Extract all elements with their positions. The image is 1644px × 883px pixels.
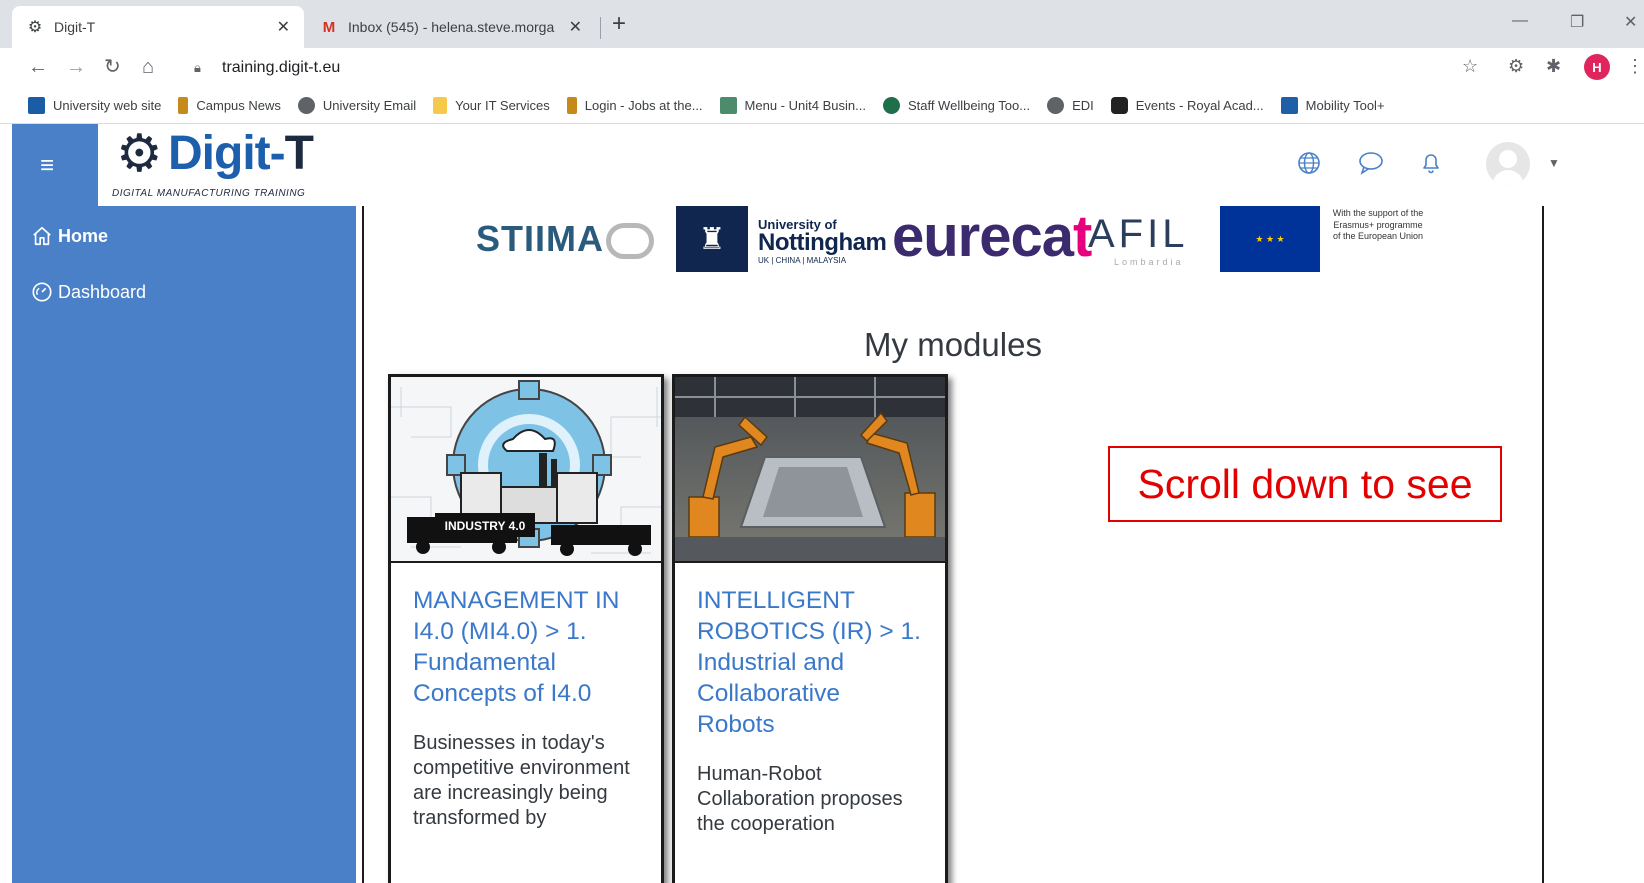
url-text: training.digit-t.eu	[222, 59, 341, 76]
tab-divider	[600, 17, 601, 39]
home-icon	[30, 224, 54, 248]
extensions-puzzle-icon[interactable]: ✱	[1546, 56, 1561, 77]
chevron-down-icon[interactable]: ▼	[1548, 156, 1560, 170]
user-avatar-icon[interactable]	[1486, 142, 1530, 186]
gear-puzzle-icon: ⚙	[116, 125, 163, 183]
profile-avatar[interactable]: H	[1584, 54, 1610, 80]
messages-bubble-icon[interactable]	[1356, 148, 1386, 178]
bookmark-campus-news[interactable]: Campus News	[178, 97, 281, 114]
sidebar-item-label: Dashboard	[58, 281, 147, 302]
afil-logo: AFIL Lombardia	[1088, 212, 1189, 267]
globe-icon	[297, 97, 315, 114]
close-tab-icon[interactable]: ✕	[277, 17, 290, 37]
bookmark-staff-wellbeing[interactable]: Staff Wellbeing Too...	[882, 97, 1031, 114]
browser-tab-strip: ⚙ Digit-T ✕ M Inbox (545) - helena.steve…	[0, 0, 1644, 48]
bookmark-label: Staff Wellbeing Too...	[907, 98, 1031, 113]
bookmark-label: University web site	[53, 98, 162, 113]
browser-tab-inbox[interactable]: M Inbox (545) - helena.steve.morga ✕	[306, 6, 596, 48]
module-description: Businesses in today's competitive enviro…	[413, 732, 630, 829]
brand-logo[interactable]: ⚙ Digit-T DIGITAL MANUFACTURING TRAINING	[98, 124, 356, 206]
restore-icon[interactable]: ❐	[1570, 12, 1584, 32]
brand-name: Digit-T	[168, 127, 314, 180]
brand-tagline: DIGITAL MANUFACTURING TRAINING	[112, 188, 306, 199]
svg-text:INDUSTRY 4.0: INDUSTRY 4.0	[445, 519, 526, 533]
bookmark-label: Events - Royal Acad...	[1135, 98, 1264, 113]
extension-icon[interactable]: ⚙	[1508, 56, 1524, 77]
module-title-link[interactable]: MANAGEMENT IN I4.0 (MI4.0) > 1. Fundamen…	[413, 585, 639, 709]
tab-title: Inbox (545) - helena.steve.morga	[348, 19, 555, 35]
bookmark-university-email[interactable]: University Email	[297, 97, 417, 114]
eurecat-logo: eurecat	[892, 204, 1092, 269]
browser-toolbar: ← → ↻ ⌂ 🔒︎ training.digit-t.eu ☆ ⚙ ✱ ⋮	[0, 48, 1644, 88]
hamburger-menu-icon[interactable]: ≡	[40, 152, 54, 180]
bookmark-label: Login - Jobs at the...	[584, 98, 703, 113]
bookmark-label: Campus News	[196, 98, 281, 113]
web-page: ≡ Home Dashboard ⚙ Digit-T DIGITAL MANUF…	[12, 124, 1644, 883]
bookmark-icon	[566, 97, 577, 114]
bookmark-your-it-services[interactable]: Your IT Services	[433, 97, 550, 114]
home-icon[interactable]: ⌂	[142, 56, 154, 78]
section-title: My modules	[864, 326, 1042, 363]
tab-title: Digit-T	[54, 19, 96, 35]
stiima-logo: STIIMA	[476, 218, 654, 260]
browser-tab-digit-t[interactable]: ⚙ Digit-T ✕	[12, 6, 304, 48]
nottingham-crest-icon: ♜	[676, 206, 748, 272]
module-card[interactable]: INDUSTRY 4.0 MANAGEMENT IN I4.0 (MI4.0) …	[388, 374, 664, 883]
partner-logos: STIIMA ♜ University of Nottingham UK | C…	[364, 206, 1542, 278]
bookmarks-bar: University web site Campus News Universi…	[0, 88, 1644, 124]
sidebar: ≡ Home Dashboard	[12, 124, 356, 883]
bookmark-edi[interactable]: EDI	[1047, 97, 1094, 114]
new-tab-button[interactable]: +	[612, 12, 626, 36]
bookmark-label: University Email	[322, 98, 417, 113]
bookmark-unit4-menu[interactable]: Menu - Unit4 Busin...	[719, 97, 866, 114]
folder-icon	[433, 97, 448, 114]
gear-puzzle-icon: ⚙	[27, 19, 43, 36]
erasmus-support-text: With the support of the Erasmus+ program…	[1332, 208, 1424, 242]
more-menu-icon[interactable]: ⋮	[1626, 56, 1644, 77]
bookmark-star-icon[interactable]: ☆	[1462, 56, 1478, 77]
forward-arrow-icon[interactable]: →	[66, 56, 86, 78]
sidebar-item-dashboard[interactable]: Dashboard	[30, 280, 146, 304]
module-description: Human-Robot Collaboration proposes the c…	[697, 763, 903, 835]
dashboard-gauge-icon	[30, 280, 54, 304]
bookmark-label: Mobility Tool+	[1305, 98, 1385, 113]
reload-icon[interactable]: ↻	[104, 56, 121, 78]
bookmark-mobility-tool[interactable]: Mobility Tool+	[1280, 97, 1385, 114]
module-card[interactable]: INTELLIGENT ROBOTICS (IR) > 1. Industria…	[672, 374, 948, 883]
bookmark-label: Your IT Services	[455, 98, 550, 113]
notifications-bell-icon[interactable]	[1416, 148, 1446, 178]
bookmark-label: Menu - Unit4 Busin...	[744, 98, 866, 113]
bookmark-login-jobs[interactable]: Login - Jobs at the...	[566, 97, 703, 114]
close-tab-icon[interactable]: ✕	[569, 17, 582, 37]
back-arrow-icon[interactable]: ←	[28, 56, 48, 78]
main-content: STIIMA ♜ University of Nottingham UK | C…	[362, 206, 1544, 883]
bookmark-icon	[1280, 97, 1298, 114]
globe-icon	[1047, 97, 1065, 114]
bookmark-icon	[882, 97, 900, 114]
module-title-link[interactable]: INTELLIGENT ROBOTICS (IR) > 1. Industria…	[697, 585, 923, 740]
bookmark-events-royal-academy[interactable]: Events - Royal Acad...	[1110, 97, 1264, 114]
module-image-industry-4: INDUSTRY 4.0	[391, 377, 661, 563]
minimize-icon[interactable]: —	[1512, 12, 1528, 30]
eu-flag-icon: ★ ★ ★	[1220, 206, 1320, 272]
sidebar-item-home[interactable]: Home	[30, 224, 108, 248]
bookmark-icon	[178, 97, 189, 114]
nottingham-logo: University of Nottingham UK | CHINA | MA…	[758, 217, 887, 265]
language-globe-icon[interactable]	[1294, 148, 1324, 178]
address-bar[interactable]: 🔒︎ training.digit-t.eu	[180, 52, 1600, 84]
bookmark-icon	[719, 97, 737, 114]
sidebar-item-label: Home	[58, 225, 109, 246]
bookmark-university-web-site[interactable]: University web site	[28, 97, 161, 114]
scroll-down-annotation: Scroll down to see	[1108, 446, 1502, 522]
top-navbar: ▼	[356, 124, 1644, 206]
bookmark-label: EDI	[1072, 98, 1094, 113]
lock-icon: 🔒︎	[194, 60, 201, 75]
module-image-robotics	[675, 377, 945, 563]
bookmark-icon	[1110, 97, 1128, 114]
gmail-icon: M	[322, 18, 336, 36]
bookmark-icon	[28, 97, 45, 114]
close-window-icon[interactable]: ✕	[1624, 12, 1637, 32]
